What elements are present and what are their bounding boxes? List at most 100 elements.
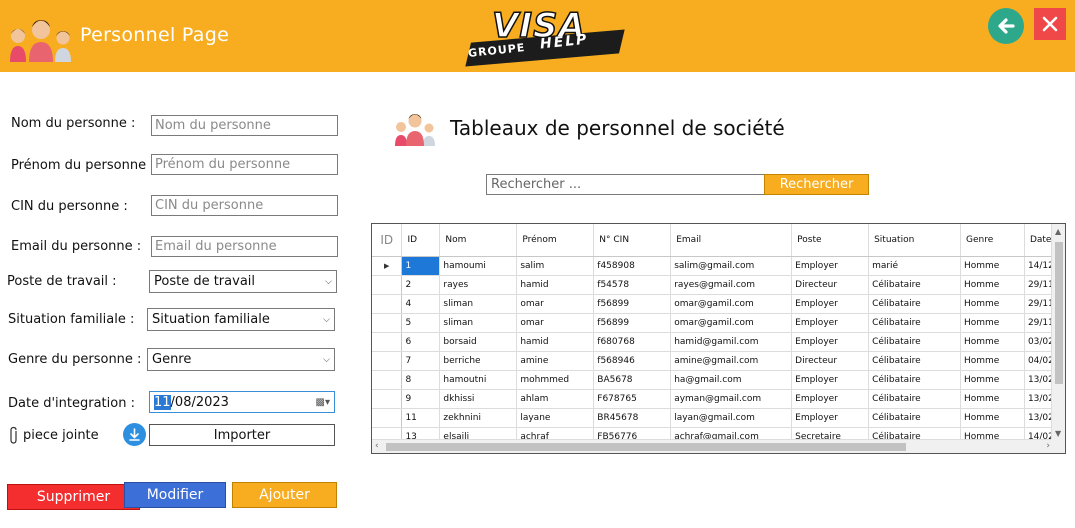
table-row[interactable]: 8 hamoutni mohmmed BA5678 ha@gmail.com Employ… (372, 370, 1065, 390)
vertical-scroll-thumb[interactable] (1055, 242, 1063, 384)
table-cell[interactable]: zekhnini (439, 408, 518, 428)
scroll-down-icon[interactable]: ▼ (1055, 429, 1061, 438)
delete-button[interactable]: Supprimer (7, 484, 140, 510)
calendar-dropdown-icon[interactable]: ▩▾ (316, 397, 330, 408)
table-cell[interactable]: Employer (791, 389, 870, 409)
personnel-datagrid[interactable]: ID ID Nom Prénom N° CIN Email Poste Situ… (371, 223, 1066, 454)
table-cell[interactable]: omar@gamil.com (670, 294, 793, 314)
table-cell[interactable]: layan@gmail.com (670, 408, 793, 428)
row-header-cell[interactable] (372, 275, 403, 295)
table-cell[interactable]: F678765 (593, 389, 672, 409)
scroll-right-icon[interactable]: › (1046, 441, 1050, 451)
table-cell[interactable]: 4 (401, 294, 441, 314)
table-cell[interactable]: Employer (791, 256, 870, 276)
current-row-indicator[interactable]: ▶ (372, 256, 403, 276)
table-cell[interactable]: 6 (401, 332, 441, 352)
table-cell[interactable]: Célibataire (868, 351, 961, 371)
poste-select[interactable]: Poste de travail ⌵ (149, 270, 337, 293)
table-row[interactable]: 9 dkhissi ahlam F678765 ayman@gmail.com Emplo… (372, 389, 1065, 409)
table-row[interactable]: 11 zekhnini layane BR45678 layan@gmail.com Em… (372, 408, 1065, 428)
column-header[interactable]: Situation (868, 224, 961, 257)
column-header[interactable]: Nom (439, 224, 518, 257)
row-header-cell[interactable] (372, 351, 403, 371)
table-cell[interactable]: Homme (960, 389, 1025, 409)
scroll-up-icon[interactable]: ▲ (1055, 227, 1061, 236)
table-cell[interactable]: layane (516, 408, 595, 428)
table-row[interactable]: 4 sliman omar f56899 omar@gamil.com Employer C… (372, 294, 1065, 314)
table-cell[interactable]: f56899 (593, 313, 672, 333)
table-cell[interactable]: amine (516, 351, 595, 371)
table-cell[interactable]: Homme (960, 275, 1025, 295)
table-cell[interactable]: rayes (439, 275, 518, 295)
table-cell[interactable]: Homme (960, 294, 1025, 314)
table-cell[interactable]: 5 (401, 313, 441, 333)
table-cell[interactable]: BR45678 (593, 408, 672, 428)
table-cell[interactable]: amine@gmail.com (670, 351, 793, 371)
table-cell[interactable]: f54578 (593, 275, 672, 295)
search-button[interactable]: Rechercher (764, 174, 869, 195)
horizontal-scrollbar[interactable]: ‹ › (372, 439, 1053, 453)
table-cell[interactable]: Homme (960, 332, 1025, 352)
row-header-cell[interactable] (372, 389, 403, 409)
table-cell[interactable]: Célibataire (868, 313, 961, 333)
table-cell[interactable]: borsaid (439, 332, 518, 352)
table-cell[interactable]: 1 (401, 256, 441, 276)
table-cell[interactable]: Célibataire (868, 275, 961, 295)
table-cell[interactable]: ahlam (516, 389, 595, 409)
table-cell[interactable]: Homme (960, 370, 1025, 390)
table-cell[interactable]: Homme (960, 256, 1025, 276)
table-cell[interactable]: mohmmed (516, 370, 595, 390)
table-cell[interactable]: salim@gmail.com (670, 256, 793, 276)
table-cell[interactable]: berriche (439, 351, 518, 371)
situation-select[interactable]: Situation familiale ⌵ (147, 308, 335, 331)
table-cell[interactable]: 11 (401, 408, 441, 428)
table-cell[interactable]: marié (868, 256, 961, 276)
table-cell[interactable]: rayes@gmail.com (670, 275, 793, 295)
add-button[interactable]: Ajouter (232, 482, 337, 508)
nom-input[interactable] (151, 115, 338, 136)
scroll-left-icon[interactable]: ‹ (375, 441, 379, 451)
row-header-cell[interactable] (372, 332, 403, 352)
row-header-cell[interactable] (372, 370, 403, 390)
table-row[interactable]: 6 borsaid hamid f680768 hamid@gamil.com Emplo… (372, 332, 1065, 352)
table-cell[interactable]: Homme (960, 351, 1025, 371)
date-picker[interactable]: 11/08/2023 ▩▾ (149, 391, 335, 413)
table-cell[interactable]: omar (516, 294, 595, 314)
column-header[interactable]: Genre (960, 224, 1025, 257)
table-cell[interactable]: hamid (516, 275, 595, 295)
table-cell[interactable]: Célibataire (868, 370, 961, 390)
table-cell[interactable]: f56899 (593, 294, 672, 314)
table-cell[interactable]: BA5678 (593, 370, 672, 390)
table-row[interactable]: 5 sliman omar f56899 omar@gamil.com Employer C… (372, 313, 1065, 333)
table-cell[interactable]: 7 (401, 351, 441, 371)
table-cell[interactable]: f568946 (593, 351, 672, 371)
table-cell[interactable]: 2 (401, 275, 441, 295)
table-cell[interactable]: salim (516, 256, 595, 276)
table-cell[interactable]: omar (516, 313, 595, 333)
column-header[interactable]: Poste (791, 224, 870, 257)
table-cell[interactable]: 8 (401, 370, 441, 390)
table-cell[interactable]: Directeur (791, 351, 870, 371)
table-cell[interactable]: dkhissi (439, 389, 518, 409)
table-cell[interactable]: Célibataire (868, 332, 961, 352)
row-header-cell[interactable] (372, 408, 403, 428)
vertical-scrollbar[interactable]: ▲ ▼ (1051, 224, 1065, 440)
import-button[interactable]: Importer (149, 424, 335, 446)
table-cell[interactable]: sliman (439, 313, 518, 333)
column-header[interactable]: N° CIN (593, 224, 672, 257)
table-row[interactable]: 2 rayes hamid f54578 rayes@gmail.com Directeu… (372, 275, 1065, 295)
column-header[interactable]: Prénom (516, 224, 595, 257)
table-cell[interactable]: hamoutni (439, 370, 518, 390)
table-cell[interactable]: hamid@gamil.com (670, 332, 793, 352)
genre-select[interactable]: Genre ⌵ (147, 348, 335, 371)
table-cell[interactable]: Homme (960, 408, 1025, 428)
row-header-cell[interactable] (372, 294, 403, 314)
column-header[interactable]: Email (670, 224, 793, 257)
back-button[interactable] (988, 8, 1024, 44)
table-cell[interactable]: Directeur (791, 275, 870, 295)
table-cell[interactable]: Employer (791, 370, 870, 390)
table-cell[interactable]: ha@gmail.com (670, 370, 793, 390)
table-cell[interactable]: f458908 (593, 256, 672, 276)
table-cell[interactable]: omar@gamil.com (670, 313, 793, 333)
table-cell[interactable]: hamoumi (439, 256, 518, 276)
